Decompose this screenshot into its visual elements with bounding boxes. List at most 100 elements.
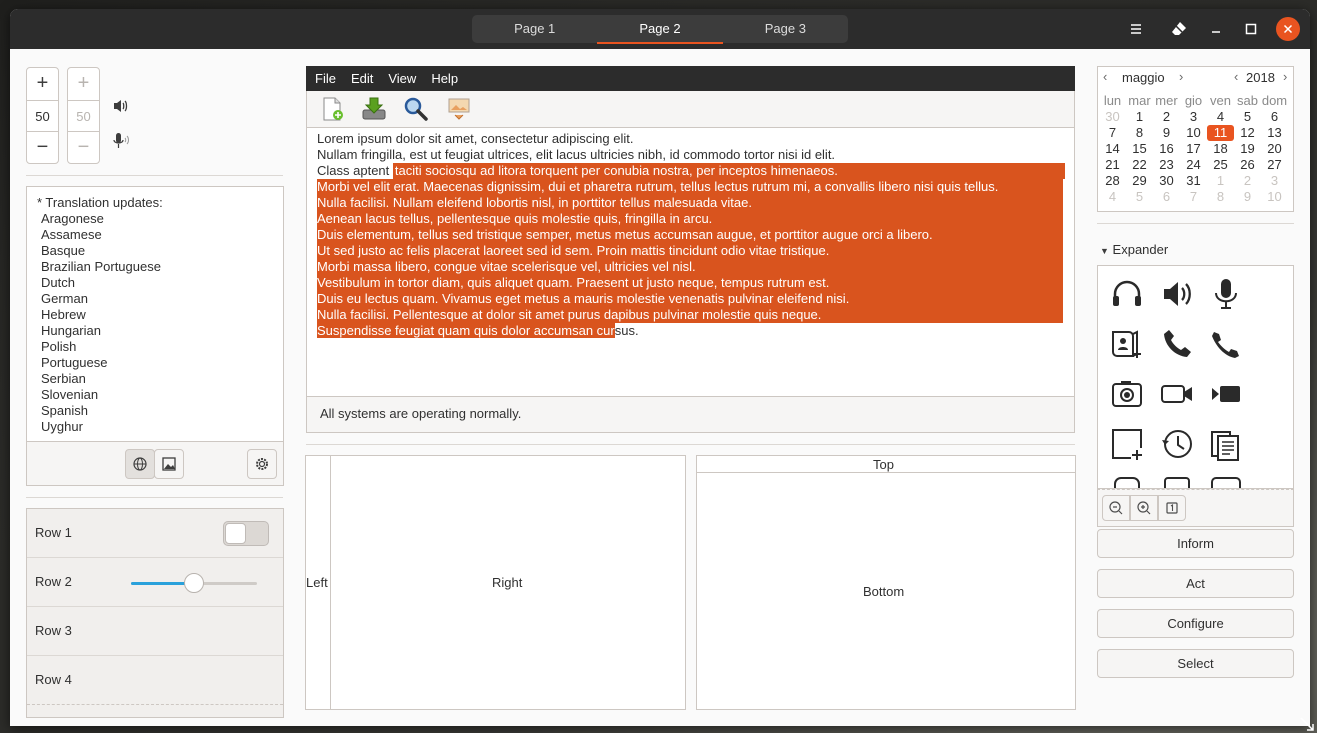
list-item[interactable]: Spanish	[41, 403, 283, 419]
microphone-icon[interactable]	[112, 131, 130, 151]
list-item[interactable]: Uyghur	[41, 419, 283, 435]
calendar-day[interactable]: 11	[1207, 125, 1234, 141]
calendar-day[interactable]: 6	[1153, 189, 1180, 205]
spinner-value[interactable]: 50	[27, 100, 58, 132]
list-item[interactable]: Dutch	[41, 275, 283, 291]
pane-handle[interactable]	[330, 456, 331, 709]
calendar-day[interactable]: 15	[1126, 141, 1153, 157]
image-icon[interactable]	[154, 449, 184, 479]
calendar-day[interactable]: 13	[1261, 125, 1288, 141]
calendar-day[interactable]: 5	[1234, 109, 1261, 125]
new-document-icon[interactable]	[320, 96, 346, 122]
calendar-day[interactable]: 30	[1099, 109, 1126, 125]
calendar-day[interactable]: 10	[1180, 125, 1207, 141]
calendar-day[interactable]: 23	[1153, 157, 1180, 173]
new-window-icon[interactable]	[1109, 426, 1145, 462]
calendar-day[interactable]: 4	[1207, 109, 1234, 125]
calendar-day[interactable]: 2	[1153, 109, 1180, 125]
speaker-icon[interactable]	[1159, 276, 1195, 312]
calendar-day[interactable]: 3	[1261, 173, 1288, 189]
calendar-day[interactable]: 9	[1234, 189, 1261, 205]
calendar-day[interactable]: 8	[1126, 125, 1153, 141]
video-camera-icon[interactable]	[1159, 376, 1195, 412]
camera-icon[interactable]	[1109, 376, 1145, 412]
menu-view[interactable]: View	[388, 66, 416, 91]
act-button[interactable]: Act	[1097, 569, 1294, 598]
calendar-day[interactable]: 17	[1180, 141, 1207, 157]
calendar-day[interactable]: 10	[1261, 189, 1288, 205]
calendar-day[interactable]: 1	[1126, 109, 1153, 125]
calendar-day[interactable]: 5	[1126, 189, 1153, 205]
tab-page-1[interactable]: Page 1	[472, 15, 597, 43]
slider-handle[interactable]	[184, 573, 204, 593]
documents-icon[interactable]	[1208, 426, 1244, 462]
zoom-in-icon[interactable]	[1130, 495, 1158, 521]
microphone-icon[interactable]	[1208, 276, 1244, 312]
calendar-day[interactable]: 9	[1153, 125, 1180, 141]
list-item[interactable]: Polish	[41, 339, 283, 355]
zoom-out-icon[interactable]	[1102, 495, 1130, 521]
calendar-day[interactable]: 30	[1153, 173, 1180, 189]
toggle-switch[interactable]	[223, 521, 269, 546]
headphones-icon[interactable]	[1109, 276, 1145, 312]
slider[interactable]	[131, 573, 257, 593]
calendar-day[interactable]: 8	[1207, 189, 1234, 205]
list-row-4[interactable]: Row 4	[27, 656, 283, 705]
calendar-day[interactable]: 1	[1207, 173, 1234, 189]
next-month-icon[interactable]: ›	[1179, 69, 1183, 84]
calendar-day[interactable]: 2	[1234, 173, 1261, 189]
text-view[interactable]: Lorem ipsum dolor sit amet, consectetur …	[306, 127, 1075, 397]
list-item[interactable]: Basque	[41, 243, 283, 259]
calendar-day[interactable]: 25	[1207, 157, 1234, 173]
search-icon[interactable]	[403, 96, 429, 122]
gear-icon[interactable]	[247, 449, 277, 479]
video-icon[interactable]	[1208, 376, 1244, 412]
calendar-day[interactable]: 7	[1180, 189, 1207, 205]
calendar-day[interactable]: 27	[1261, 157, 1288, 173]
calendar-day[interactable]: 20	[1261, 141, 1288, 157]
list-item[interactable]: Hebrew	[41, 307, 283, 323]
zoom-original-icon[interactable]	[1158, 495, 1186, 521]
list-item[interactable]: Aragonese	[41, 211, 283, 227]
menu-help[interactable]: Help	[431, 66, 458, 91]
select-button[interactable]: Select	[1097, 649, 1294, 678]
prev-year-icon[interactable]: ‹	[1234, 69, 1238, 84]
globe-icon[interactable]	[125, 449, 155, 479]
menu-edit[interactable]: Edit	[351, 66, 373, 91]
calendar-day[interactable]: 24	[1180, 157, 1207, 173]
decrement-button[interactable]: −	[27, 132, 58, 164]
list-row-3[interactable]: Row 3	[27, 607, 283, 656]
next-year-icon[interactable]: ›	[1283, 69, 1287, 84]
list-item[interactable]: Serbian	[41, 371, 283, 387]
image-viewer-icon[interactable]	[446, 96, 472, 122]
history-icon[interactable]	[1159, 426, 1195, 462]
calendar-day[interactable]: 29	[1126, 173, 1153, 189]
resize-grip-icon[interactable]	[1298, 715, 1316, 733]
list-item[interactable]: Hungarian	[41, 323, 283, 339]
calendar-day[interactable]: 16	[1153, 141, 1180, 157]
calendar-day[interactable]: 22	[1126, 157, 1153, 173]
calendar-day[interactable]: 4	[1099, 189, 1126, 205]
address-book-icon[interactable]	[1109, 326, 1145, 362]
hangup-icon[interactable]	[1208, 326, 1244, 362]
speaker-icon[interactable]	[112, 97, 130, 115]
calendar-day[interactable]: 31	[1180, 173, 1207, 189]
calendar-day[interactable]: 28	[1099, 173, 1126, 189]
list-item[interactable]: Brazilian Portuguese	[41, 259, 283, 275]
close-icon[interactable]	[1276, 17, 1300, 41]
phone-icon[interactable]	[1159, 326, 1195, 362]
calendar-day[interactable]: 14	[1099, 141, 1126, 157]
pane-handle[interactable]	[697, 472, 1075, 473]
calendar-day[interactable]: 26	[1234, 157, 1261, 173]
calendar-day[interactable]: 6	[1261, 109, 1288, 125]
expander[interactable]: ▼ Expander	[1100, 242, 1168, 257]
calendar-day[interactable]: 12	[1234, 125, 1261, 141]
list-item[interactable]: Portuguese	[41, 355, 283, 371]
list-item[interactable]: Assamese	[41, 227, 283, 243]
calendar-day[interactable]: 21	[1099, 157, 1126, 173]
list-item[interactable]: German	[41, 291, 283, 307]
calendar-day[interactable]: 19	[1234, 141, 1261, 157]
tab-page-3[interactable]: Page 3	[723, 15, 848, 43]
calendar-day[interactable]: 7	[1099, 125, 1126, 141]
inform-button[interactable]: Inform	[1097, 529, 1294, 558]
